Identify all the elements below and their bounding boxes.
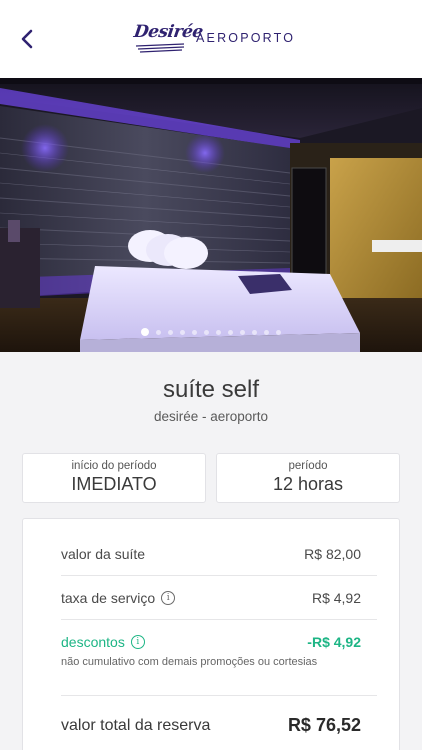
carousel-dot[interactable]: [192, 329, 197, 335]
info-icon[interactable]: i: [161, 591, 176, 605]
carousel-dot[interactable]: [156, 329, 161, 335]
suite-name: suíte self: [162, 376, 260, 403]
period-start-value: IMEDIATO: [71, 474, 157, 494]
price-summary: valor da suíte R$ 82,00 taxa de serviço …: [22, 518, 400, 750]
total-label: valor total da reserva: [61, 716, 211, 734]
carousel-dot[interactable]: [204, 329, 209, 335]
total-row: valor total da reserva R$ 76,52: [61, 715, 361, 736]
carousel-dot[interactable]: [276, 329, 281, 335]
suite-photo-carousel[interactable]: [0, 78, 422, 352]
carousel-dot[interactable]: [141, 328, 149, 336]
app-header: Desirée AEROPORTO: [0, 0, 422, 78]
logo-text: Desirée: [132, 22, 205, 42]
carousel-dot[interactable]: [180, 329, 185, 335]
chevron-left-icon: [21, 29, 33, 49]
carousel-dot[interactable]: [168, 329, 173, 335]
location-label: AEROPORTO: [196, 31, 296, 45]
period-duration-card[interactable]: período 12 horas: [216, 453, 400, 503]
period-duration-label: período: [288, 460, 328, 472]
service-fee-value: R$ 4,92: [311, 590, 361, 606]
period-start-label: início do período: [71, 460, 157, 472]
logo-swoosh-icon: [135, 43, 185, 53]
carousel-dot[interactable]: [240, 329, 245, 335]
divider: [61, 695, 377, 696]
carousel-dot[interactable]: [252, 329, 257, 335]
carousel-dot[interactable]: [264, 329, 269, 335]
suite-price-row: valor da suíte R$ 82,00: [61, 532, 361, 576]
service-fee-row: taxa de serviço i R$ 4,92: [61, 576, 361, 620]
discount-label: descontos: [61, 634, 125, 650]
suite-price-label: valor da suíte: [61, 546, 146, 562]
discount-note: não cumulativo com demais promoções ou c…: [61, 656, 318, 668]
suite-price-value: R$ 82,00: [304, 546, 361, 562]
brand-logo: Desirée: [132, 22, 205, 56]
carousel-pagination: [0, 328, 422, 336]
venue-name: desirée - aeroporto: [153, 409, 269, 424]
service-fee-label: taxa de serviço: [61, 590, 156, 606]
discount-value: -R$ 4,92: [307, 634, 361, 650]
total-value: R$ 76,52: [287, 715, 361, 735]
period-start-card[interactable]: início do período IMEDIATO: [22, 453, 206, 503]
period-duration-value: 12 horas: [272, 474, 344, 494]
carousel-dot[interactable]: [216, 329, 221, 335]
back-button[interactable]: [14, 26, 40, 52]
suite-photo: [0, 78, 422, 352]
carousel-dot[interactable]: [228, 329, 233, 335]
info-icon[interactable]: i: [130, 635, 145, 649]
